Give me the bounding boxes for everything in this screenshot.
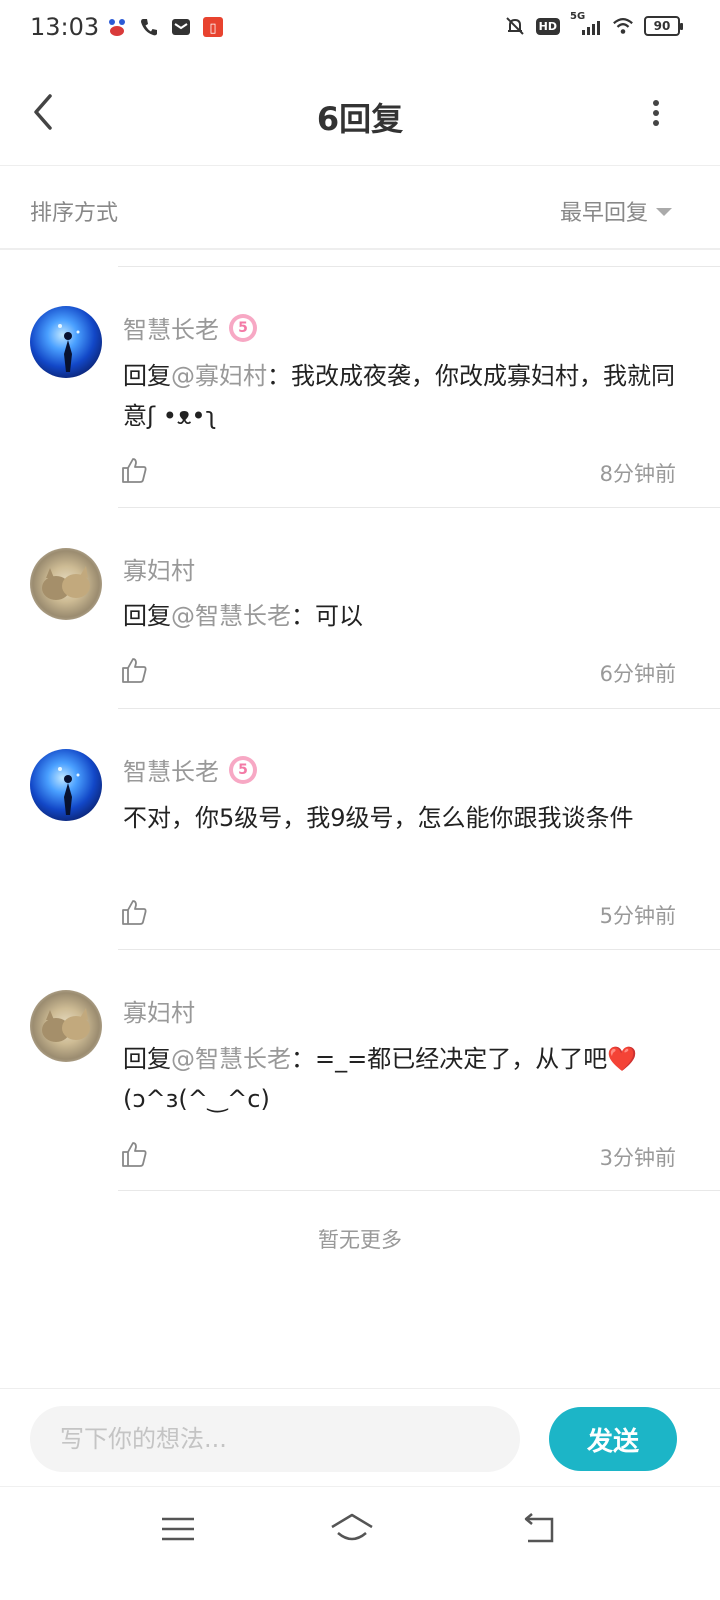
reply-time: 3分钟前 xyxy=(599,1146,676,1170)
hd-icon: HD xyxy=(535,17,560,35)
avatar[interactable] xyxy=(30,990,102,1062)
wifi-icon xyxy=(612,15,634,37)
like-button[interactable] xyxy=(120,898,148,926)
thumbs-up-icon xyxy=(122,458,147,483)
send-button[interactable]: 发送 xyxy=(549,1407,677,1471)
username[interactable]: 寡妇村 xyxy=(123,551,195,586)
status-bar: 13:03 ▯ HD 5G 90 xyxy=(0,0,720,58)
reply-body: ：可以 xyxy=(291,602,363,630)
battery-icon: 90 xyxy=(644,16,683,36)
baidu-app-icon xyxy=(106,16,128,38)
reply-text: 回复@寡妇村：我改成夜袭，你改成寡妇村，我就同意ʃ •ᴥ•ʅ xyxy=(123,356,678,436)
divider xyxy=(118,949,720,950)
username[interactable]: 智慧长老 5 xyxy=(123,752,257,787)
thumbs-up-icon xyxy=(122,900,147,925)
menu-button[interactable] xyxy=(154,1509,202,1549)
mail-icon xyxy=(170,16,192,38)
home-button[interactable] xyxy=(328,1509,376,1549)
svg-text:▯: ▯ xyxy=(209,21,216,36)
mute-bell-icon xyxy=(504,15,526,37)
sort-dropdown[interactable]: 最早回复 xyxy=(560,195,672,227)
reply-prefix: 回复 xyxy=(123,602,171,630)
sort-selected-value: 最早回复 xyxy=(559,201,648,226)
level-number: 5 xyxy=(233,759,253,780)
comment-input-bar: 发送 xyxy=(0,1388,720,1486)
username-text: 智慧长老 xyxy=(123,758,219,786)
end-of-list-note: 暂无更多 xyxy=(318,1228,402,1252)
system-icons: HD 5G 90 xyxy=(504,11,683,37)
like-button[interactable] xyxy=(120,1140,148,1168)
notification-icons: ▯ xyxy=(106,16,224,38)
phone-icon xyxy=(138,16,160,38)
reply-body: 不对，你5级号，我9级号，怎么能你跟我谈条件 xyxy=(123,804,634,832)
home-icon xyxy=(331,1513,373,1541)
avatar[interactable] xyxy=(30,306,102,378)
level-badge: 5 xyxy=(229,755,257,784)
reply-time: 5分钟前 xyxy=(599,904,676,928)
reply-text: 不对，你5级号，我9级号，怎么能你跟我谈条件 xyxy=(123,798,678,838)
top-app-bar: 6回复 xyxy=(0,58,720,166)
level-badge: 5 xyxy=(229,313,257,342)
mention-link[interactable]: @智慧长老 xyxy=(171,1045,291,1073)
like-button[interactable] xyxy=(120,656,148,684)
username-text: 智慧长老 xyxy=(123,316,219,344)
thumbs-up-icon xyxy=(122,658,147,683)
mention-link[interactable]: @智慧长老 xyxy=(171,602,291,630)
divider xyxy=(118,708,720,709)
avatar[interactable] xyxy=(30,548,102,620)
reply-text: 回复@智慧长老：可以 xyxy=(123,596,678,636)
divider xyxy=(118,266,720,267)
sort-label: 排序方式 xyxy=(30,201,119,226)
system-nav-bar xyxy=(0,1486,720,1600)
username-text: 寡妇村 xyxy=(123,999,195,1027)
back-arrow-icon xyxy=(524,1513,554,1543)
username-text: 寡妇村 xyxy=(123,557,195,585)
status-time: 13:03 xyxy=(30,13,100,41)
reply-prefix: 回复 xyxy=(123,1045,171,1073)
listen-app-icon: ▯ xyxy=(202,16,224,38)
page-title: 6回复 xyxy=(316,100,404,138)
caret-down-icon xyxy=(656,208,672,216)
signal-icon: 5G xyxy=(570,11,602,37)
sort-bar: 排序方式 最早回复 xyxy=(0,167,720,250)
level-number: 5 xyxy=(233,317,253,338)
comment-input[interactable] xyxy=(30,1406,520,1472)
mention-link[interactable]: @寡妇村 xyxy=(171,362,267,390)
battery-level: 90 xyxy=(653,19,671,33)
back-nav-button[interactable] xyxy=(514,1509,562,1549)
divider xyxy=(118,507,720,508)
menu-icon xyxy=(162,1517,194,1541)
username[interactable]: 智慧长老 5 xyxy=(123,310,257,345)
username[interactable]: 寡妇村 xyxy=(123,993,195,1028)
more-vertical-icon xyxy=(653,100,659,106)
reply-time: 6分钟前 xyxy=(599,662,676,686)
reply-prefix: 回复 xyxy=(123,362,171,390)
thumbs-up-icon xyxy=(122,1142,147,1167)
reply-text: 回复@智慧长老：=_=都已经决定了，从了吧❤️ (ɔ^з(^‿^c) xyxy=(123,1039,678,1119)
avatar[interactable] xyxy=(30,749,102,821)
reply-time: 8分钟前 xyxy=(599,462,676,486)
like-button[interactable] xyxy=(120,456,148,484)
divider xyxy=(118,1190,720,1191)
more-options-button[interactable] xyxy=(644,96,668,130)
